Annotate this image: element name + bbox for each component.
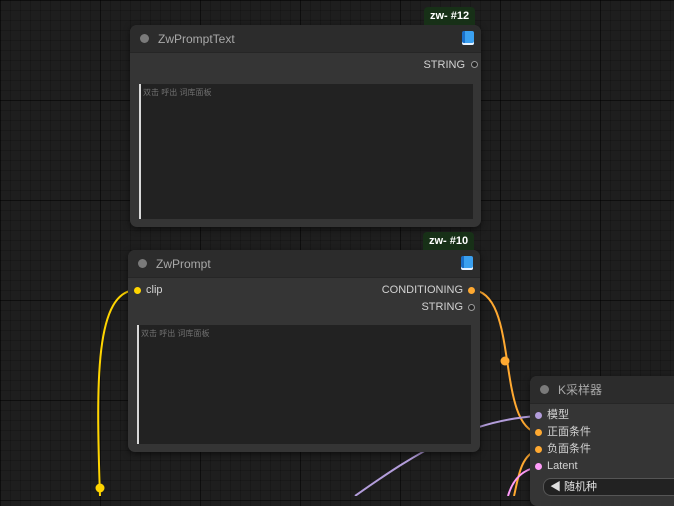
collapse-dot-icon[interactable]	[140, 34, 149, 43]
book-icon[interactable]	[461, 256, 473, 270]
output-slot-label-conditioning: CONDITIONING	[381, 284, 463, 296]
prompt-textarea[interactable]: 双击 呼出 词库面板	[137, 325, 471, 444]
node-zwprompttext[interactable]: ZwPromptText STRING 双击 呼出 词库面板	[130, 25, 481, 227]
output-slot-conditioning[interactable]	[468, 287, 475, 294]
seed-widget[interactable]: ◀ 随机种	[543, 478, 674, 496]
input-slot-model[interactable]	[535, 412, 542, 419]
output-slot-string[interactable]	[471, 61, 478, 68]
input-slot-negative[interactable]	[535, 446, 542, 453]
input-slot-positive[interactable]	[535, 429, 542, 436]
input-slot-label-model: 模型	[547, 409, 569, 421]
node-title: ZwPrompt	[156, 256, 211, 271]
input-slot-label-latent: Latent	[547, 460, 578, 472]
link-clip-midpoint	[95, 483, 105, 493]
node-zwprompt[interactable]: ZwPrompt clip CONDITIONING STRING 双击 呼出 …	[128, 250, 480, 452]
output-slot-label-string: STRING	[421, 301, 463, 313]
book-icon[interactable]	[462, 31, 474, 45]
node-badge-10: zw- #10	[423, 232, 475, 250]
input-slot-label-clip: clip	[146, 284, 163, 296]
node-graph-canvas[interactable]: zw- #12 ZwPromptText STRING 双击 呼出 词库面板 z…	[0, 0, 674, 506]
link-conditioning-midpoint	[500, 356, 510, 366]
node-ksampler[interactable]: K采样器 模型 正面条件 负面条件 Latent ◀ 随机种	[530, 376, 674, 506]
node-title: ZwPromptText	[158, 31, 235, 46]
node-title: K采样器	[558, 383, 603, 397]
output-slot-label-string: STRING	[423, 59, 465, 71]
link-conditioning-positive	[470, 289, 539, 434]
collapse-dot-icon[interactable]	[138, 259, 147, 268]
node-badge-12: zw- #12	[424, 7, 476, 25]
collapse-dot-icon[interactable]	[540, 385, 549, 394]
node-header[interactable]: ZwPromptText	[130, 25, 481, 53]
node-header[interactable]: K采样器	[530, 376, 674, 404]
input-slot-label-negative: 负面条件	[547, 443, 591, 455]
input-slot-clip[interactable]	[134, 287, 141, 294]
input-slot-label-positive: 正面条件	[547, 426, 591, 438]
output-slot-string[interactable]	[468, 304, 475, 311]
prompt-textarea[interactable]: 双击 呼出 词库面板	[139, 84, 473, 219]
node-header[interactable]: ZwPrompt	[128, 250, 480, 278]
input-slot-latent[interactable]	[535, 463, 542, 470]
